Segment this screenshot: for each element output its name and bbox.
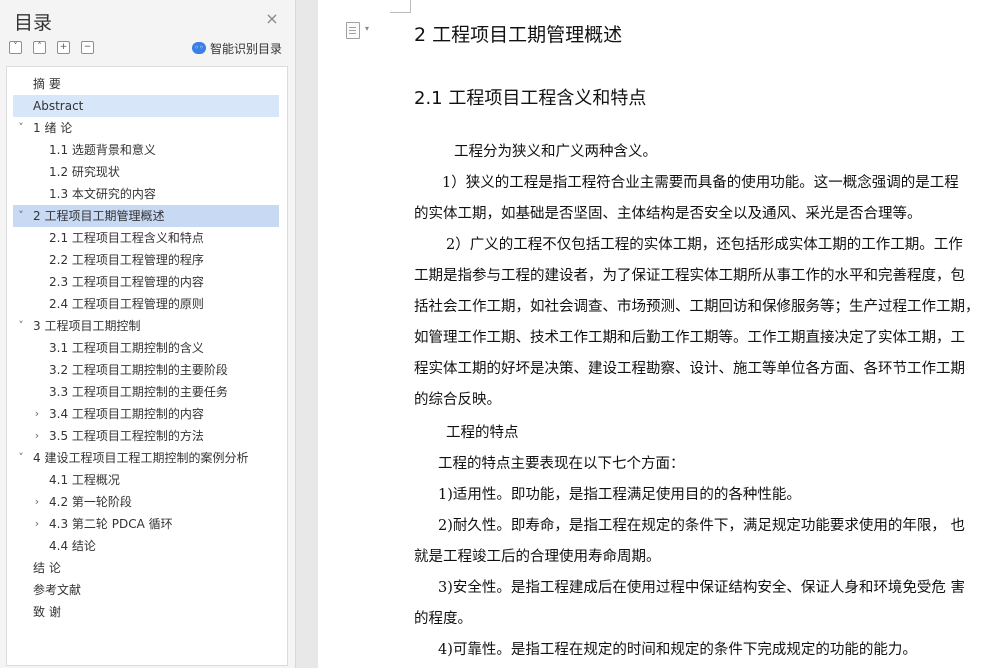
- paragraph-line: 4)可靠性。是指工程在规定的时间和规定的条件下完成规定的功能的能力。: [438, 642, 917, 658]
- toc-item-label: Abstract: [33, 99, 84, 113]
- toc-item-label: 2 工程项目工期管理概述: [33, 209, 165, 223]
- toc-item-label: 摘 要: [33, 77, 61, 91]
- toc-item-label: 4.1 工程概况: [49, 473, 120, 487]
- toc-item[interactable]: 2.3 工程项目工程管理的内容: [13, 271, 279, 293]
- toc-item-label: 3.3 工程项目工期控制的主要任务: [49, 385, 228, 399]
- paragraph-line: 工程分为狭义和广义两种含义。: [454, 144, 657, 160]
- toc-title: 目录: [14, 12, 53, 34]
- toc-item-label: 3.5 工程项目工程控制的方法: [49, 429, 204, 443]
- toc-item[interactable]: ˅ 2 工程项目工期管理概述: [13, 205, 279, 227]
- toc-item[interactable]: 结 论: [13, 557, 279, 579]
- chevron-down-icon[interactable]: ˅: [15, 315, 27, 337]
- toc-item[interactable]: ˅ 3 工程项目工期控制: [13, 315, 279, 337]
- paragraph-line: 括社会工作工期，如社会调查、市场预测、工期回访和保修服务等；生产过程工作工期，: [414, 299, 980, 315]
- toc-item-label: 2.1 工程项目工程含义和特点: [49, 231, 204, 245]
- close-icon[interactable]: ×: [265, 11, 279, 27]
- toc-item[interactable]: 2.1 工程项目工程含义和特点: [13, 227, 279, 249]
- chevron-right-icon[interactable]: ›: [31, 425, 43, 447]
- toc-item-label: 致 谢: [33, 605, 61, 619]
- paragraph-line: 工程的特点: [446, 425, 519, 441]
- toc-item-label: 3 工程项目工期控制: [33, 319, 141, 333]
- dropdown-arrow-icon[interactable]: ▾: [365, 24, 369, 33]
- toc-item[interactable]: › 3.5 工程项目工程控制的方法: [13, 425, 279, 447]
- paragraph-line: 3)安全性。是指工程建成后在使用过程中保证结构安全、保证人身和环境免受危 害: [438, 580, 965, 596]
- toc-item[interactable]: 参考文献: [13, 579, 279, 601]
- toc-item[interactable]: 3.3 工程项目工期控制的主要任务: [13, 381, 279, 403]
- toc-item-label: 2.2 工程项目工程管理的程序: [49, 253, 204, 267]
- document-icon[interactable]: [346, 22, 360, 39]
- toc-item[interactable]: 2.2 工程项目工程管理的程序: [13, 249, 279, 271]
- toc-panel: 目录 × ˅ ˄ + − ◦◦ 智能识别目录 摘 要 Abstract ˅ 1 绪…: [0, 0, 296, 668]
- paragraph-line: 1）狭义的工程是指工程符合业主需要而具备的使用功能。这一概念强调的是工程: [442, 175, 959, 191]
- toc-item[interactable]: 4.1 工程概况: [13, 469, 279, 491]
- toc-item-label: 参考文献: [33, 583, 82, 597]
- toc-item-label: 1.3 本文研究的内容: [49, 187, 156, 201]
- toc-item[interactable]: ˅ 1 绪 论: [13, 117, 279, 139]
- paragraph-line: 就是工程竣工后的合理使用寿命周期。: [414, 549, 661, 565]
- heading-1: 2 工程项目工期管理概述: [414, 24, 623, 46]
- toc-item-label: 结 论: [33, 561, 61, 575]
- toc-item-label: 1.2 研究现状: [49, 165, 120, 179]
- toc-item[interactable]: 1.2 研究现状: [13, 161, 279, 183]
- toc-item[interactable]: 致 谢: [13, 601, 279, 623]
- toc-item[interactable]: Abstract: [13, 95, 279, 117]
- toc-item[interactable]: 3.1 工程项目工期控制的含义: [13, 337, 279, 359]
- paragraph-line: 1)适用性。即功能，是指工程满足使用目的的各种性能。: [438, 487, 801, 503]
- toc-item-label: 4 建设工程项目工程工期控制的案例分析: [33, 451, 249, 465]
- paragraph-line: 如管理工作工期、技术工作工期和后勤工作工期等。工作工期直接决定了实体工期，工: [414, 330, 965, 346]
- smart-toc-button[interactable]: ◦◦ 智能识别目录: [192, 40, 282, 56]
- toc-item-label: 3.4 工程项目工期控制的内容: [49, 407, 204, 421]
- toc-item[interactable]: › 4.3 第二轮 PDCA 循环: [13, 513, 279, 535]
- paragraph-line: 2）广义的工程不仅包括工程的实体工期，还包括形成实体工期的工作工期。工作: [446, 237, 963, 253]
- page-corner-mark: [390, 0, 411, 13]
- toc-item[interactable]: 4.4 结论: [13, 535, 279, 557]
- paragraph-line: 程实体工期的好坏是决策、建设工程勘察、设计、施工等单位各方面、各环节工作工期: [414, 361, 965, 377]
- toc-item-label: 2.4 工程项目工程管理的原则: [49, 297, 204, 311]
- paragraph-line: 的程度。: [414, 611, 472, 627]
- toc-item-label: 4.3 第二轮 PDCA 循环: [49, 517, 173, 531]
- heading-2: 2.1 工程项目工程含义和特点: [414, 88, 647, 109]
- toc-item[interactable]: 3.2 工程项目工期控制的主要阶段: [13, 359, 279, 381]
- chevron-right-icon[interactable]: ›: [31, 491, 43, 513]
- smart-toc-label: 智能识别目录: [210, 41, 283, 56]
- document-page[interactable]: ▾ 2 工程项目工期管理概述 2.1 工程项目工程含义和特点 工程分为狭义和广义…: [318, 0, 1007, 668]
- expand-up-icon[interactable]: ˄: [33, 41, 46, 54]
- toc-item-label: 3.2 工程项目工期控制的主要阶段: [49, 363, 228, 377]
- paragraph-line: 工期是指参与工程的建设者，为了保证工程实体工期所从事工作的水平和完善程度，包: [414, 268, 965, 284]
- chevron-down-icon[interactable]: ˅: [15, 117, 27, 139]
- paragraph-line: 工程的特点主要表现在以下七个方面：: [438, 456, 685, 472]
- remove-heading-icon[interactable]: −: [81, 41, 94, 54]
- toc-item-label: 4.4 结论: [49, 539, 96, 553]
- toc-item-label: 4.2 第一轮阶段: [49, 495, 132, 509]
- paragraph-line: 2)耐久性。即寿命，是指工程在规定的条件下，满足规定功能要求使用的年限， 也: [438, 518, 965, 534]
- toc-item[interactable]: 1.1 选题背景和意义: [13, 139, 279, 161]
- toc-item-label: 1.1 选题背景和意义: [49, 143, 156, 157]
- toc-item-label: 3.1 工程项目工期控制的含义: [49, 341, 204, 355]
- document-area: ▾ 2 工程项目工期管理概述 2.1 工程项目工程含义和特点 工程分为狭义和广义…: [296, 0, 1007, 668]
- collapse-all-icon[interactable]: ˅: [9, 41, 22, 54]
- smart-ai-icon: ◦◦: [192, 42, 206, 54]
- toc-item[interactable]: 2.4 工程项目工程管理的原则: [13, 293, 279, 315]
- toc-item[interactable]: › 4.2 第一轮阶段: [13, 491, 279, 513]
- add-heading-icon[interactable]: +: [57, 41, 70, 54]
- chevron-down-icon[interactable]: ˅: [15, 447, 27, 469]
- toc-item[interactable]: › 3.4 工程项目工期控制的内容: [13, 403, 279, 425]
- toc-item-label: 2.3 工程项目工程管理的内容: [49, 275, 204, 289]
- toc-item[interactable]: ˅ 4 建设工程项目工程工期控制的案例分析: [13, 447, 279, 469]
- paragraph-line: 的综合反映。: [414, 392, 501, 408]
- chevron-down-icon[interactable]: ˅: [15, 205, 27, 227]
- paragraph-line: 的实体工期，如基础是否坚固、主体结构是否安全以及通风、采光是否合理等。: [414, 206, 922, 222]
- chevron-right-icon[interactable]: ›: [31, 403, 43, 425]
- toc-item-label: 1 绪 论: [33, 121, 73, 135]
- toc-list: 摘 要 Abstract ˅ 1 绪 论 1.1 选题背景和意义 1.2 研究现状…: [6, 66, 288, 666]
- toc-item[interactable]: 1.3 本文研究的内容: [13, 183, 279, 205]
- toc-item[interactable]: 摘 要: [13, 73, 279, 95]
- chevron-right-icon[interactable]: ›: [31, 513, 43, 535]
